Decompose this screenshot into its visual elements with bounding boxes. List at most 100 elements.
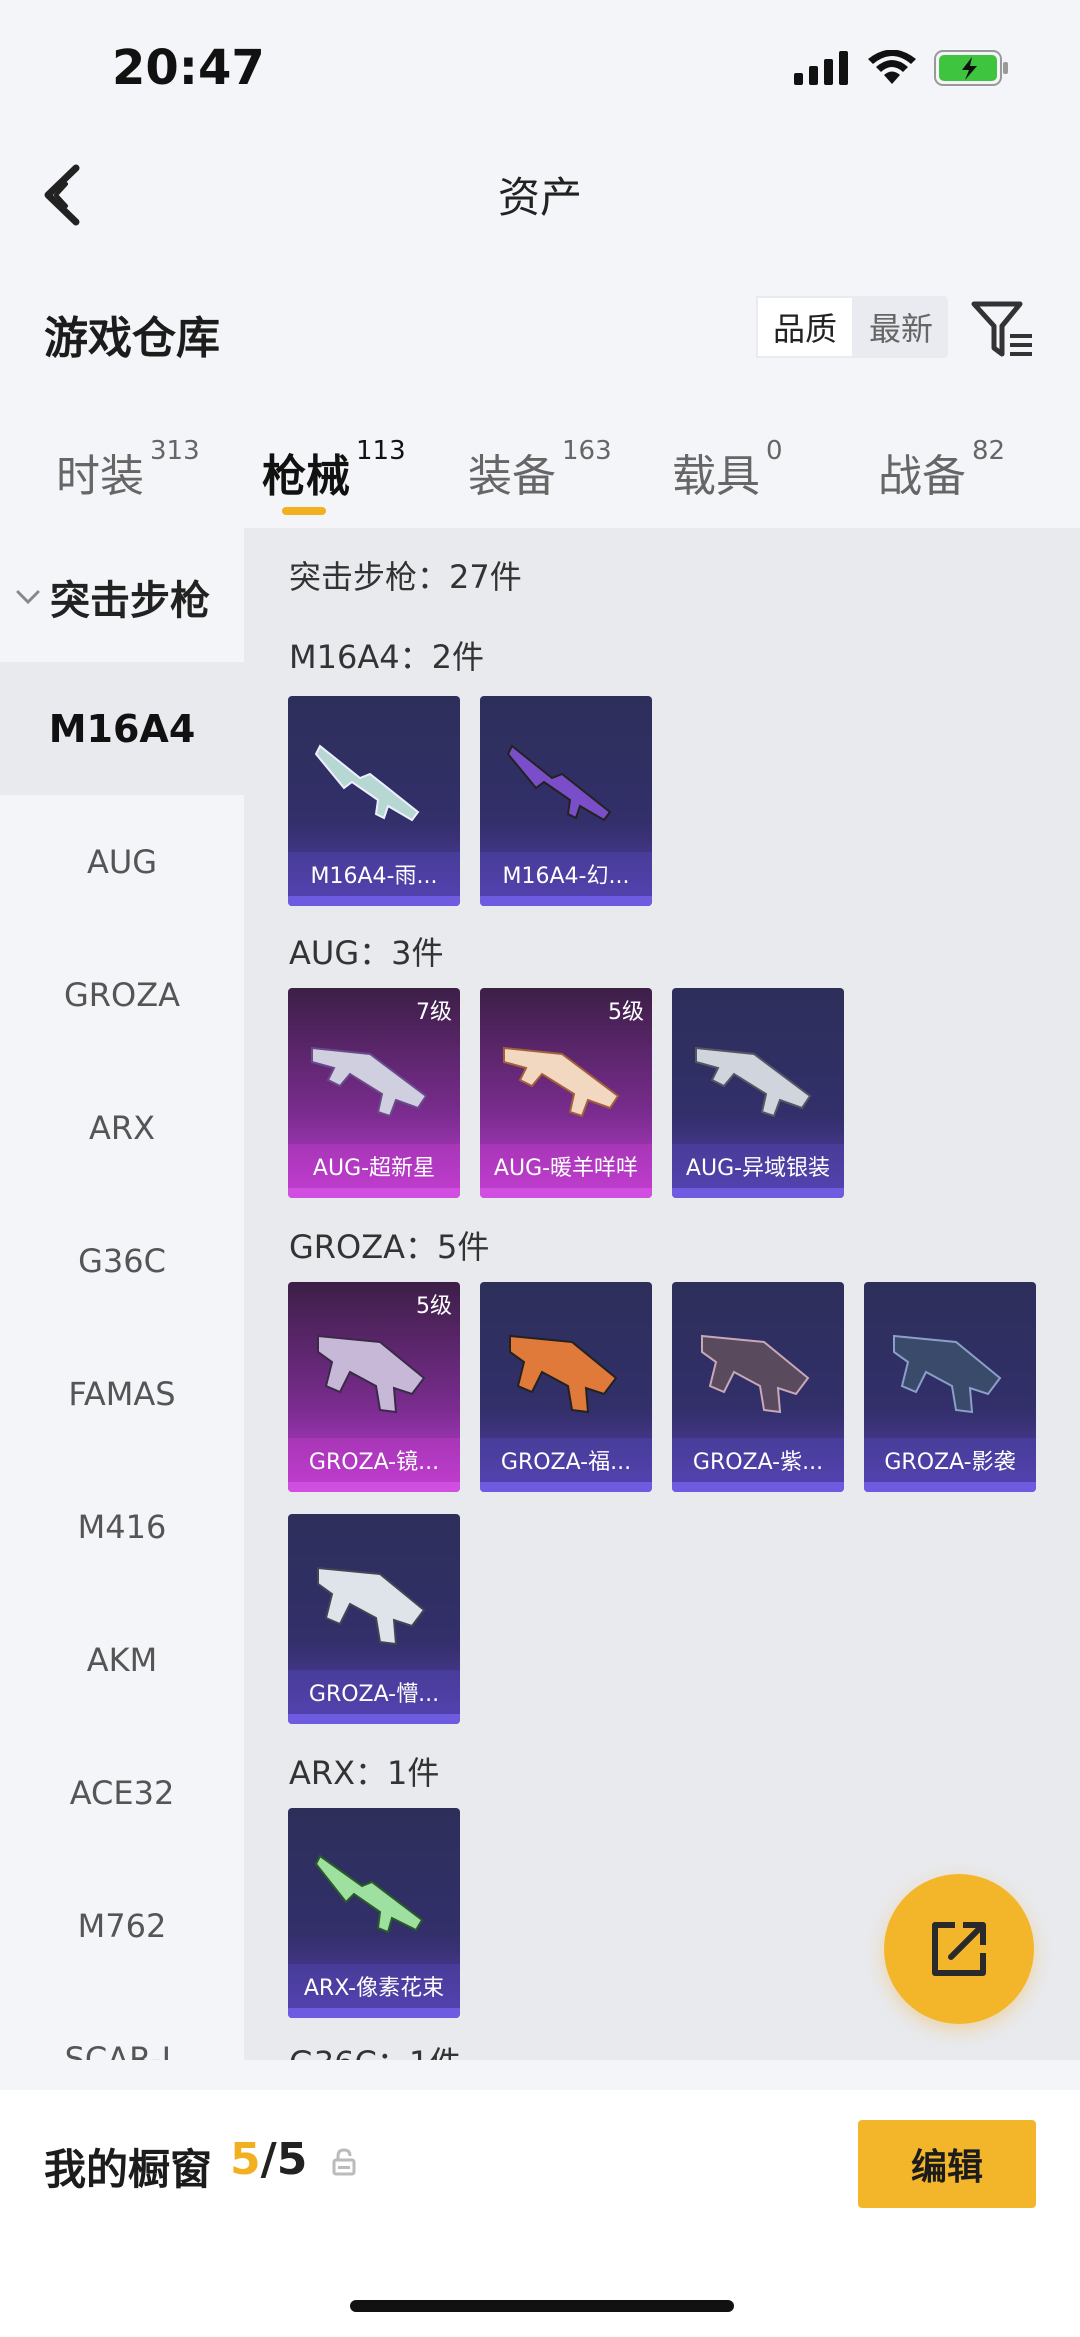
status-icons xyxy=(794,50,1010,86)
rifle-skin-icon xyxy=(506,744,612,822)
rarity-strip xyxy=(480,1188,652,1198)
rarity-strip xyxy=(672,1188,844,1198)
weapon-card[interactable]: GROZA-影袭 xyxy=(864,1282,1036,1492)
group-title-arx: ARX：1件 xyxy=(289,1754,440,1792)
rarity-strip xyxy=(480,896,652,906)
sidebar-item-famas[interactable]: FAMAS xyxy=(0,1327,244,1460)
status-time: 20:47 xyxy=(112,40,265,96)
tab-gear[interactable]: 战备 82 xyxy=(878,436,1005,504)
weapon-card[interactable]: M16A4-雨... xyxy=(288,696,460,906)
rifle-skin-icon xyxy=(311,1046,428,1118)
warehouse-header: 游戏仓库 品质 最新 xyxy=(0,290,1080,370)
home-indicator xyxy=(350,2300,734,2312)
weapon-card[interactable]: 5级 GROZA-镜... xyxy=(288,1282,460,1492)
weapon-card-label: GROZA-懵... xyxy=(288,1670,460,1714)
signal-icon xyxy=(794,51,848,85)
rarity-strip xyxy=(480,1482,652,1492)
tab-equipment[interactable]: 装备 163 xyxy=(468,436,612,504)
tab-fashion[interactable]: 时装 313 xyxy=(56,436,200,504)
edit-button[interactable]: 编辑 xyxy=(858,2120,1036,2208)
rarity-strip xyxy=(864,1482,1036,1492)
weapon-card[interactable]: AUG-异域银装 xyxy=(672,988,844,1198)
sidebar-item-m416[interactable]: M416 xyxy=(0,1460,244,1593)
rifle-skin-icon xyxy=(701,1334,810,1414)
page-title: 资产 xyxy=(497,173,582,222)
tab-count: 163 xyxy=(562,436,612,466)
sidebar-item-ace32[interactable]: ACE32 xyxy=(0,1726,244,1859)
lock-icon xyxy=(332,2148,356,2176)
sort-toggle: 品质 最新 xyxy=(756,296,948,358)
sidebar-item-m762[interactable]: M762 xyxy=(0,1859,244,1992)
group-title-aug: AUG：3件 xyxy=(289,934,444,972)
tab-label: 装备 xyxy=(468,451,556,502)
category-tabs: 时装 313 枪械 113 装备 163 载具 0 战备 82 xyxy=(0,430,1080,520)
sidebar-item-groza[interactable]: GROZA xyxy=(0,928,244,1061)
tab-label: 枪械 xyxy=(262,451,350,502)
group-title-groza: GROZA：5件 xyxy=(289,1228,490,1266)
showcase-label: 我的橱窗 xyxy=(44,2145,213,2194)
rarity-strip xyxy=(288,1714,460,1724)
group-title-m16a4: M16A4：2件 xyxy=(289,638,484,676)
rarity-strip xyxy=(288,1188,460,1198)
rifle-skin-icon xyxy=(314,1854,424,1934)
rarity-strip xyxy=(672,1482,844,1492)
filter-icon xyxy=(971,301,1032,357)
weapon-card[interactable]: GROZA-紫... xyxy=(672,1282,844,1492)
weapon-card-label: M16A4-幻... xyxy=(480,852,652,896)
sidebar-item-g36c[interactable]: G36C xyxy=(0,1194,244,1327)
weapon-card-label: M16A4-雨... xyxy=(288,852,460,896)
sort-quality-button[interactable]: 品质 xyxy=(756,296,854,358)
showcase-total: /5 xyxy=(260,2134,308,2185)
share-button[interactable] xyxy=(884,1874,1034,2024)
weapon-card-label: AUG-暖羊咩咩 xyxy=(480,1144,652,1188)
weapon-card[interactable]: ARX-像素花束 xyxy=(288,1808,460,2018)
nav-bar: 资产 xyxy=(0,140,1080,250)
active-tab-indicator xyxy=(282,507,326,515)
rifle-skin-icon xyxy=(503,1046,620,1118)
weapon-card[interactable]: 7级 AUG-超新星 xyxy=(288,988,460,1198)
weapon-card-label: GROZA-影袭 xyxy=(864,1438,1036,1482)
weapon-card[interactable]: 5级 AUG-暖羊咩咩 xyxy=(480,988,652,1198)
rifle-skin-icon xyxy=(695,1046,812,1118)
weapon-card[interactable]: GROZA-福... xyxy=(480,1282,652,1492)
tab-guns[interactable]: 枪械 113 xyxy=(262,436,406,504)
weapon-card-label: AUG-异域银装 xyxy=(672,1144,844,1188)
battery-icon xyxy=(934,50,1008,86)
tab-label: 战备 xyxy=(878,451,966,502)
warehouse-title: 游戏仓库 xyxy=(44,313,220,364)
weapon-card-label: ARX-像素花束 xyxy=(288,1964,460,2008)
rarity-strip xyxy=(288,896,460,906)
rarity-strip xyxy=(288,1482,460,1492)
sidebar-category[interactable]: 突击步枪 xyxy=(16,568,210,626)
rifle-skin-icon xyxy=(509,1334,618,1414)
tab-count: 0 xyxy=(766,436,783,466)
tab-vehicles[interactable]: 载具 0 xyxy=(672,436,783,504)
filter-button[interactable] xyxy=(970,298,1034,362)
status-bar: 20:47 xyxy=(0,0,1080,140)
showcase-current: 5 xyxy=(230,2134,261,2185)
weapon-card-label: GROZA-紫... xyxy=(672,1438,844,1482)
rarity-strip xyxy=(288,2008,460,2018)
group-title-g36c: G36C：1件 xyxy=(289,2038,461,2060)
rifle-skin-icon xyxy=(317,1566,426,1646)
sidebar-category-label: 突击步枪 xyxy=(50,578,210,624)
rifle-skin-icon xyxy=(893,1334,1002,1414)
category-summary: 突击步枪：27件 xyxy=(289,558,522,596)
sidebar-item-m16a4[interactable]: M16A4 xyxy=(0,662,244,795)
rifle-skin-icon xyxy=(317,1334,426,1414)
sidebar-item-aug[interactable]: AUG xyxy=(0,795,244,928)
weapon-card-label: GROZA-镜... xyxy=(288,1438,460,1482)
weapon-card-label: GROZA-福... xyxy=(480,1438,652,1482)
weapon-card[interactable]: M16A4-幻... xyxy=(480,696,652,906)
tab-count: 313 xyxy=(150,436,200,466)
tab-label: 时装 xyxy=(56,451,144,502)
sidebar-item-akm[interactable]: AKM xyxy=(0,1593,244,1726)
showcase-count: 5/5 xyxy=(230,2134,307,2185)
weapon-card[interactable]: GROZA-懵... xyxy=(288,1514,460,1724)
sort-newest-button[interactable]: 最新 xyxy=(854,296,948,358)
sidebar-item-arx[interactable]: ARX xyxy=(0,1061,244,1194)
rifle-skin-icon xyxy=(314,744,420,822)
tab-count: 113 xyxy=(356,436,406,466)
sidebar-item-scar-l[interactable]: SCAR-L xyxy=(0,1992,244,2061)
tab-count: 82 xyxy=(972,436,1006,466)
